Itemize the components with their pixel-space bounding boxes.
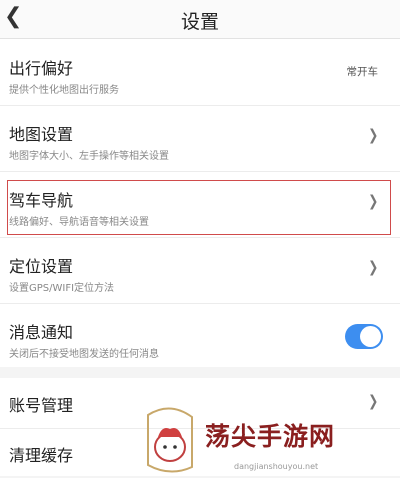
chevron-right-icon: ❯: [368, 258, 379, 276]
watermark-url: dangjianshouyou.net: [234, 462, 319, 471]
settings-item-notifications: 消息通知 关闭后不接受地图发送的任何消息: [0, 303, 400, 369]
toggle-knob: [360, 326, 381, 347]
settings-item-desc: 设置GPS/WIFI定位方法: [9, 283, 115, 294]
settings-item-map[interactable]: 地图设置 地图字体大小、左手操作等相关设置 ❯: [0, 105, 400, 172]
settings-item-desc: 地图字体大小、左手操作等相关设置: [9, 151, 169, 162]
settings-item-location[interactable]: 定位设置 设置GPS/WIFI定位方法 ❯: [0, 237, 400, 304]
settings-item-value: 常开车: [346, 66, 379, 78]
notification-toggle[interactable]: [345, 324, 383, 349]
settings-item-travel[interactable]: 出行偏好 提供个性化地图出行服务 常开车: [0, 39, 400, 106]
page-title: 设置: [180, 11, 219, 33]
chevron-right-icon: ❯: [368, 126, 379, 144]
settings-item-label: 清理缓存: [9, 446, 74, 465]
watermark-logo: [147, 407, 193, 473]
watermark-text: 荡尖手游网: [205, 422, 336, 451]
settings-item-label: 消息通知: [9, 323, 74, 342]
settings-item-label: 定位设置: [9, 257, 74, 276]
watermark: 荡尖手游网 dangjianshouyou.net: [140, 405, 400, 476]
header-bar: ❮ 设置: [0, 0, 400, 39]
settings-item-desc: 关闭后不接受地图发送的任何消息: [9, 349, 159, 360]
highlight-box: [7, 180, 391, 235]
settings-item-desc: 提供个性化地图出行服务: [9, 85, 119, 96]
settings-item-label: 地图设置: [9, 125, 74, 144]
settings-item-label: 出行偏好: [9, 59, 74, 78]
settings-item-label: 账号管理: [9, 396, 74, 415]
